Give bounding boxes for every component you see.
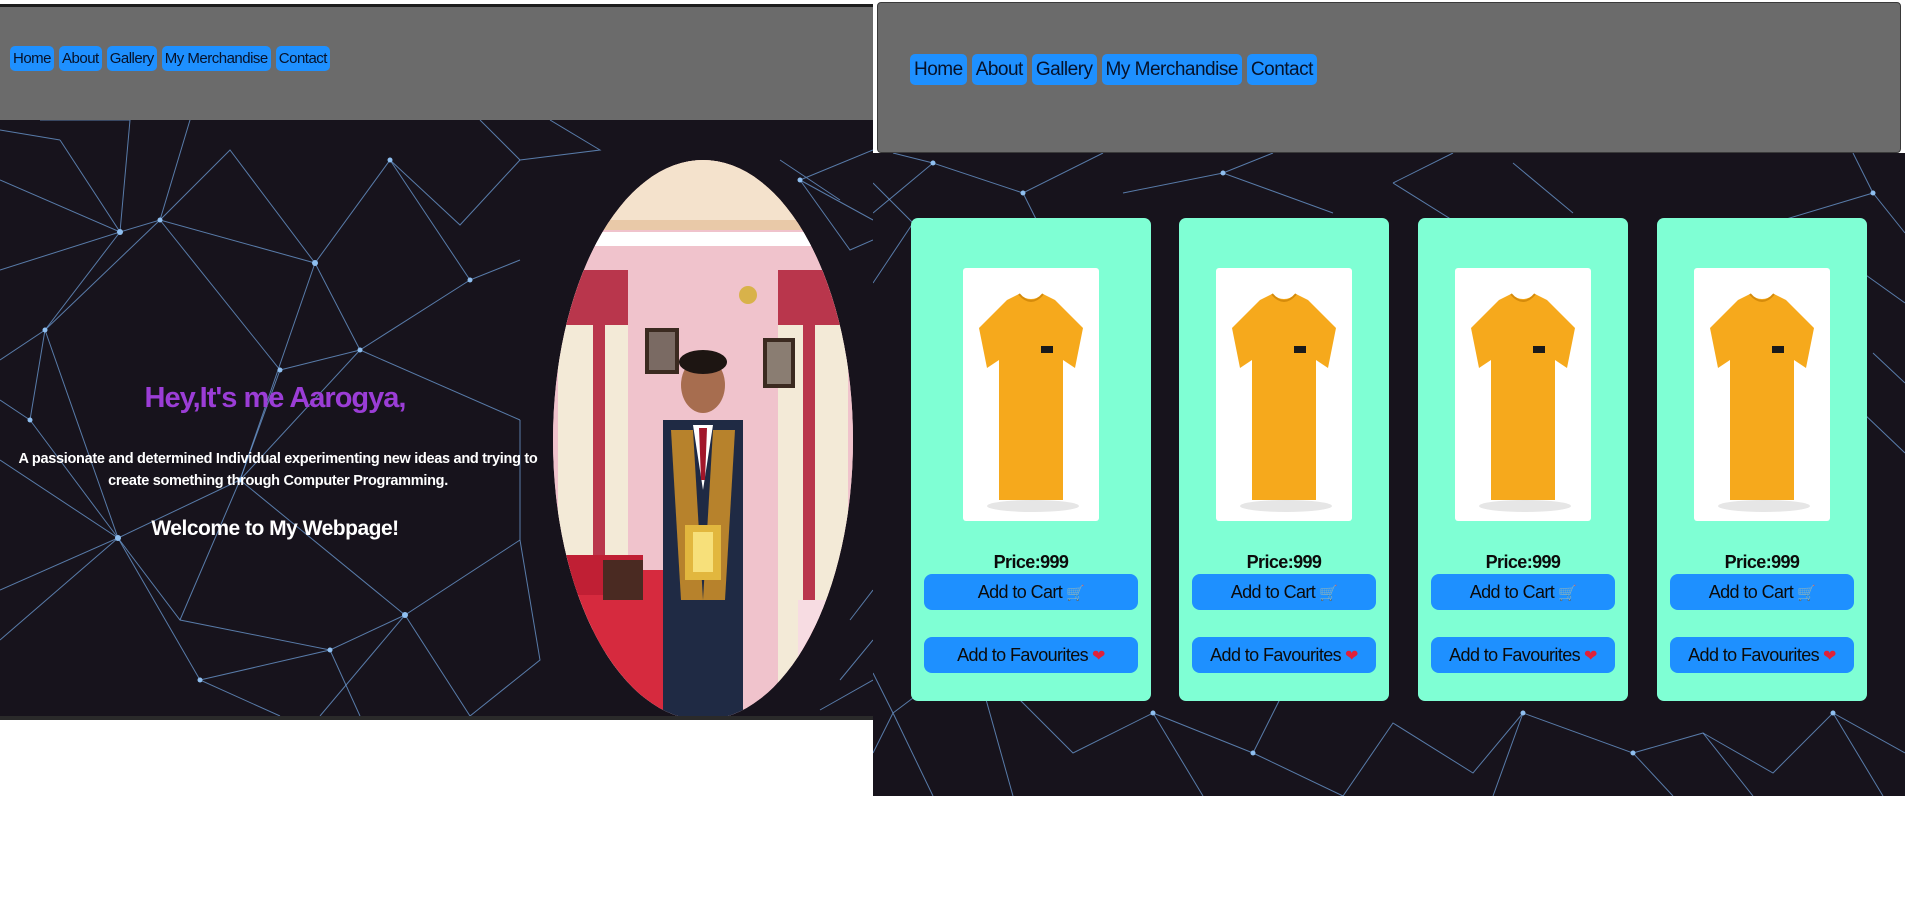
product-card: Price:999 Add to Cart 🛒 Add to Favourites… xyxy=(1657,218,1867,701)
heart-icon: ❤ xyxy=(1092,647,1105,665)
add-to-favourites-button[interactable]: Add to Favourites ❤ xyxy=(1192,637,1376,673)
heart-icon: ❤ xyxy=(1345,647,1358,665)
product-price: Price:999 xyxy=(1246,552,1322,572)
cart-icon: 🛒 xyxy=(1066,584,1085,602)
nav-gallery-button[interactable]: Gallery xyxy=(1031,54,1097,85)
nav-menu: Home About Gallery My Merchandise Contac… xyxy=(910,54,1317,85)
hero-description: A passionate and determined Individual e… xyxy=(18,451,538,489)
add-to-cart-button[interactable]: Add to Cart 🛒 xyxy=(1670,574,1854,610)
hero-welcome: Welcome to My Webpage! xyxy=(151,517,399,540)
cart-icon: 🛒 xyxy=(1319,584,1338,602)
add-to-cart-button[interactable]: Add to Cart 🛒 xyxy=(1431,574,1615,610)
nav-merchandise-button[interactable]: My Merchandise xyxy=(161,46,271,71)
nav-merchandise-button[interactable]: My Merchandise xyxy=(1101,54,1242,85)
add-to-cart-label: Add to Cart xyxy=(1708,581,1794,602)
tshirt-image xyxy=(963,268,1099,521)
add-to-favourites-label: Add to Favourites xyxy=(957,644,1089,665)
add-to-favourites-label: Add to Favourites xyxy=(1210,644,1342,665)
product-card: Price:999 Add to Cart 🛒 Add to Favourites… xyxy=(1179,218,1389,701)
tshirt-image xyxy=(1216,268,1352,521)
hero-title: Hey,It's me Aarogya, xyxy=(144,382,407,414)
top-navbar: Home About Gallery My Merchandise Contac… xyxy=(0,4,873,120)
add-to-cart-button[interactable]: Add to Cart 🛒 xyxy=(1192,574,1376,610)
top-navbar: Home About Gallery My Merchandise Contac… xyxy=(877,2,1901,153)
add-to-favourites-button[interactable]: Add to Favourites ❤ xyxy=(924,637,1138,673)
merchandise-page-screenshot: Home About Gallery My Merchandise Contac… xyxy=(873,0,1905,796)
nav-contact-button[interactable]: Contact xyxy=(275,46,330,71)
add-to-cart-label: Add to Cart xyxy=(1230,581,1316,602)
add-to-cart-label: Add to Cart xyxy=(977,581,1063,602)
nav-gallery-button[interactable]: Gallery xyxy=(106,46,157,71)
add-to-favourites-button[interactable]: Add to Favourites ❤ xyxy=(1431,637,1615,673)
product-card: Price:999 Add to Cart 🛒 Add to Favourites… xyxy=(1418,218,1628,701)
product-price: Price:999 xyxy=(1724,552,1800,572)
add-to-cart-label: Add to Cart xyxy=(1469,581,1555,602)
add-to-cart-button[interactable]: Add to Cart 🛒 xyxy=(924,574,1138,610)
heart-icon: ❤ xyxy=(1823,647,1836,665)
product-price: Price:999 xyxy=(993,552,1069,572)
tshirt-image xyxy=(1694,268,1830,521)
nav-home-button[interactable]: Home xyxy=(10,46,55,71)
add-to-favourites-label: Add to Favourites xyxy=(1688,644,1820,665)
section-divider xyxy=(0,716,873,720)
nav-menu: Home About Gallery My Merchandise Contac… xyxy=(10,46,330,71)
profile-photo xyxy=(553,160,853,720)
nav-contact-button[interactable]: Contact xyxy=(1246,54,1317,85)
tshirt-image xyxy=(1455,268,1591,521)
nav-about-button[interactable]: About xyxy=(59,46,102,71)
product-card: Price:999 Add to Cart 🛒 Add to Favourites… xyxy=(911,218,1151,701)
cart-icon: 🛒 xyxy=(1558,584,1577,602)
heart-icon: ❤ xyxy=(1584,647,1597,665)
nav-about-button[interactable]: About xyxy=(971,54,1027,85)
nav-home-button[interactable]: Home xyxy=(910,54,967,85)
add-to-favourites-label: Add to Favourites xyxy=(1449,644,1581,665)
product-price: Price:999 xyxy=(1485,552,1561,572)
add-to-favourites-button[interactable]: Add to Favourites ❤ xyxy=(1670,637,1854,673)
cart-icon: 🛒 xyxy=(1797,584,1816,602)
home-page-screenshot: Home About Gallery My Merchandise Contac… xyxy=(0,0,873,720)
